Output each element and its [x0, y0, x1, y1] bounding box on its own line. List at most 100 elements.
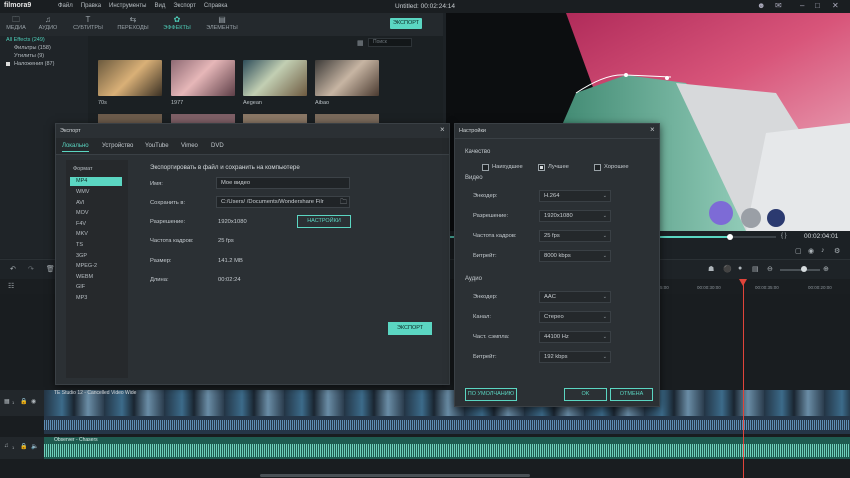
- zoom-in-icon[interactable]: ⊕: [823, 265, 829, 273]
- effect-thumb-1977[interactable]: [171, 60, 235, 96]
- ruler-tick: 00:00:30:00: [697, 285, 721, 290]
- menu-tools[interactable]: Инструменты: [109, 3, 146, 9]
- format-mp3[interactable]: MP3: [76, 295, 87, 301]
- effect-thumb-aegean[interactable]: [243, 60, 307, 96]
- menu-view[interactable]: Вид: [154, 3, 165, 9]
- mic-icon[interactable]: ⚫: [723, 265, 732, 273]
- tab-audio[interactable]: ♫ АУДИО: [28, 15, 68, 31]
- audio-clip[interactable]: Observer - Chasers: [44, 437, 850, 459]
- save-path-input[interactable]: C:/Users/ /Documents/Wondershare Filr: [216, 196, 350, 208]
- menu-help[interactable]: Справка: [204, 3, 228, 9]
- lock-icon[interactable]: 🔒: [20, 398, 27, 405]
- delete-icon[interactable]: 🗑: [46, 265, 55, 273]
- undo-icon[interactable]: ↶: [10, 265, 16, 273]
- video-audio-waveform[interactable]: [44, 416, 850, 434]
- snapshot-icon[interactable]: ◉: [808, 247, 814, 255]
- close-icon[interactable]: ×: [650, 125, 655, 134]
- quality-worst-checkbox[interactable]: [482, 164, 489, 171]
- menu-export[interactable]: Экспорт: [173, 3, 196, 9]
- volume-icon[interactable]: ♪: [821, 247, 825, 254]
- effect-thumb-70s[interactable]: [98, 60, 162, 96]
- divider: [455, 138, 659, 139]
- redo-icon[interactable]: ↷: [28, 265, 34, 273]
- channel-select[interactable]: Стерео ⌄: [539, 311, 611, 323]
- bitrate-select[interactable]: 8000 kbps ⌄: [539, 250, 611, 262]
- zoom-out-icon[interactable]: ⊖: [767, 265, 773, 273]
- lock-icon[interactable]: 🔒: [20, 443, 27, 450]
- format-wmv[interactable]: WMV: [76, 189, 89, 195]
- settings-button[interactable]: НАСТРОЙКИ: [297, 215, 351, 228]
- resolution-select[interactable]: 1920x1080 ⌄: [539, 210, 611, 222]
- format-webm[interactable]: WEBM: [76, 274, 93, 280]
- folder-icon[interactable]: 🗀: [340, 198, 347, 209]
- name-input[interactable]: Мое видео: [216, 177, 350, 189]
- format-3gp[interactable]: 3GP: [76, 253, 87, 259]
- resolution-value: 1920x1080: [218, 219, 247, 225]
- zoom-slider[interactable]: [780, 269, 820, 271]
- menu-edit[interactable]: Правка: [81, 3, 101, 9]
- tab-subtitles[interactable]: T СУБТИТРЫ: [68, 15, 108, 31]
- eye-icon[interactable]: ◉: [31, 398, 36, 405]
- ok-button[interactable]: OK: [564, 388, 607, 401]
- tab-dvd[interactable]: DVD: [211, 143, 224, 149]
- chevron-down-icon: ⌄: [602, 213, 607, 219]
- tab-effects[interactable]: ✿ ЭФФЕКТЫ: [157, 15, 197, 31]
- format-mov[interactable]: MOV: [76, 210, 89, 216]
- format-mkv[interactable]: MKV: [76, 231, 88, 237]
- encoder-select[interactable]: H.264 ⌄: [539, 190, 611, 202]
- tab-device[interactable]: Устройство: [102, 143, 133, 149]
- close-icon[interactable]: ✕: [832, 2, 839, 10]
- marker-icon[interactable]: ☗: [708, 265, 714, 273]
- category-all-effects[interactable]: All Effects (249): [6, 37, 45, 43]
- mute-icon[interactable]: 🔈: [31, 443, 38, 450]
- playhead[interactable]: [743, 279, 744, 478]
- fps-select[interactable]: 25 fps ⌄: [539, 230, 611, 242]
- tab-transitions[interactable]: ⇆ ПЕРЕХОДЫ: [113, 15, 153, 31]
- tab-local[interactable]: Локально: [62, 143, 89, 152]
- tab-elements[interactable]: ▤ ЭЛЕМЕНТЫ: [202, 15, 242, 31]
- format-avi[interactable]: AVI: [76, 200, 84, 206]
- account-icon[interactable]: ☻: [757, 2, 765, 10]
- export-button[interactable]: ЭКСПОРТ: [388, 322, 432, 335]
- fullscreen-icon[interactable]: ▢: [795, 247, 802, 255]
- preview-scrubber[interactable]: [727, 234, 733, 240]
- notification-icon[interactable]: ✉: [775, 2, 782, 10]
- maximize-icon[interactable]: □: [815, 2, 820, 10]
- format-ts[interactable]: TS: [76, 242, 83, 248]
- bracket-label[interactable]: { }: [781, 233, 787, 239]
- category-utilities[interactable]: Утилиты (9): [14, 53, 44, 59]
- audio-bitrate-select[interactable]: 192 kbps ⌄: [539, 351, 611, 363]
- menu-file[interactable]: Файл: [58, 3, 73, 9]
- category-filters[interactable]: Фильтры (158): [14, 45, 51, 51]
- export-button-top[interactable]: ЭКСПОРТ: [390, 18, 422, 29]
- settings-icon[interactable]: ⚙: [834, 247, 840, 255]
- cancel-button[interactable]: ОТМЕНА: [610, 388, 653, 401]
- quality-good-checkbox[interactable]: [594, 164, 601, 171]
- playhead-handle[interactable]: [739, 279, 747, 286]
- menu-bar: Файл Правка Инструменты Вид Экспорт Спра…: [58, 3, 227, 9]
- grid-view-icon[interactable]: ▦: [357, 39, 364, 47]
- format-mp4[interactable]: MP4: [76, 178, 87, 184]
- format-mpeg2[interactable]: MPEG-2: [76, 263, 97, 269]
- tab-youtube[interactable]: YouTube: [145, 143, 169, 149]
- format-f4v[interactable]: F4V: [76, 221, 86, 227]
- snapshot-icon[interactable]: ▤: [752, 265, 759, 273]
- voiceover-icon[interactable]: ●: [738, 265, 742, 272]
- category-overlays[interactable]: Наложения (87): [14, 61, 54, 67]
- export-tabs: Локально Устройство YouTube Vimeo DVD: [56, 138, 449, 155]
- track-manager-icon[interactable]: ☷: [8, 282, 14, 290]
- minimize-icon[interactable]: –: [800, 2, 804, 10]
- audio-encoder-select[interactable]: AAC ⌄: [539, 291, 611, 303]
- zoom-handle[interactable]: [801, 266, 807, 272]
- default-button[interactable]: ПО УМОЛЧАНИЮ: [465, 388, 517, 401]
- quality-best-checkbox[interactable]: [538, 164, 545, 171]
- video-clip[interactable]: TE Studio 12 - Cancelled Video Wide: [44, 390, 850, 416]
- search-input[interactable]: Поиск: [368, 38, 412, 47]
- effect-thumb-aibao[interactable]: [315, 60, 379, 96]
- timeline-scrollbar[interactable]: [260, 474, 530, 477]
- close-icon[interactable]: ×: [440, 125, 445, 134]
- sample-rate-select[interactable]: 44100 Hz ⌄: [539, 331, 611, 343]
- format-gif[interactable]: GIF: [76, 284, 85, 290]
- tab-vimeo[interactable]: Vimeo: [181, 143, 198, 149]
- resolution-label: Разрешение:: [473, 213, 509, 219]
